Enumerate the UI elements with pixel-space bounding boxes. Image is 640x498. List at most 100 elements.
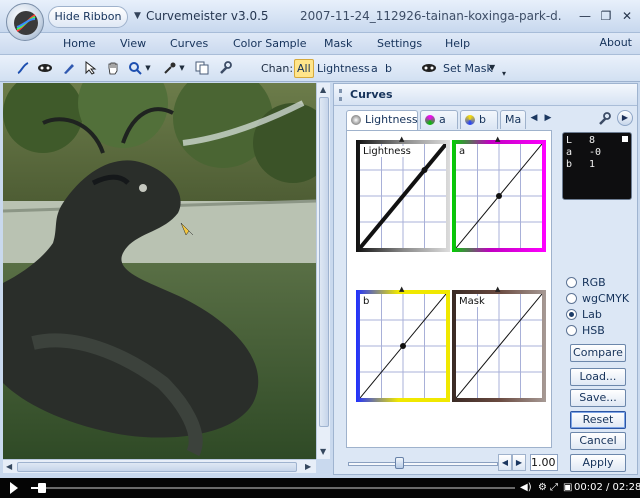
horizontal-scroll-thumb[interactable] <box>17 462 297 472</box>
app-title: Curvemeister v3.0.5 <box>146 9 269 23</box>
b-curve-box[interactable]: ▲ b <box>356 285 450 402</box>
scroll-left-icon[interactable]: ◀ <box>6 462 12 471</box>
minimize-button[interactable]: — <box>576 8 594 24</box>
quality-icon[interactable]: ⚙ <box>538 482 547 493</box>
restore-button[interactable]: ❐ <box>597 8 615 24</box>
volume-icon[interactable]: ◀) <box>520 482 532 493</box>
save-button[interactable]: Save... <box>570 389 626 407</box>
menu-settings[interactable]: Settings <box>377 37 422 50</box>
mask-tool-icon[interactable] <box>36 59 54 77</box>
copy-icon[interactable] <box>193 59 211 77</box>
tab-b[interactable]: b <box>460 110 498 129</box>
radio-button-icon[interactable] <box>566 293 577 304</box>
curves-panel-header: Curves <box>334 84 637 106</box>
scroll-right-icon[interactable]: ▶ <box>305 462 311 471</box>
b-channel-icon <box>465 115 475 125</box>
popout-icon[interactable]: ▣ <box>563 482 572 493</box>
fullscreen-icon[interactable]: ⤢ <box>550 482 558 493</box>
dragon-photo-image <box>3 83 316 459</box>
readout-l-label: L <box>566 135 573 146</box>
pen-curve-icon[interactable] <box>60 59 78 77</box>
scroll-up-icon[interactable]: ▲ <box>320 85 326 94</box>
mask-curve-box[interactable]: ▲ Mask <box>452 285 546 402</box>
set-mask-icon[interactable] <box>420 59 438 77</box>
vertical-scroll-thumb[interactable] <box>319 97 329 427</box>
a-curve-graph <box>456 144 542 248</box>
a-channel-icon <box>425 115 435 125</box>
zoom-dropdown-icon[interactable]: ▼ <box>144 59 152 77</box>
curve-top-marker: ▲ <box>399 285 405 293</box>
menu-color-sample[interactable]: Color Sample <box>233 37 306 50</box>
readout-l-value: 8 <box>589 135 596 146</box>
menu-mask[interactable]: Mask <box>324 37 352 50</box>
radio-button-selected-icon[interactable] <box>566 309 577 320</box>
tab-scroll-right-icon[interactable]: ▶ <box>541 110 555 127</box>
panel-menu-play-icon[interactable]: ▶ <box>617 110 633 126</box>
app-menu-button[interactable] <box>6 3 44 41</box>
toolbar-overflow-icon[interactable]: ▾ <box>502 69 506 78</box>
channel-all-button[interactable]: All <box>294 59 314 78</box>
image-horizontal-scrollbar[interactable]: ◀ ▶ <box>3 459 316 473</box>
channel-lightness-button[interactable]: Lightness <box>314 59 373 78</box>
player-play-icon[interactable] <box>10 482 18 494</box>
pointer-icon[interactable] <box>82 59 100 77</box>
load-button[interactable]: Load... <box>570 368 626 386</box>
player-progress-fill <box>31 487 38 489</box>
set-mask-button[interactable]: Set Mask <box>443 62 493 75</box>
image-canvas[interactable] <box>3 83 316 459</box>
menu-home[interactable]: Home <box>63 37 95 50</box>
panel-wrench-icon[interactable] <box>597 112 611 126</box>
lab-readout: L 8 a -0 b 1 <box>562 132 632 200</box>
eyedropper-dropdown-icon[interactable]: ▼ <box>178 59 186 77</box>
zoom-icon[interactable] <box>126 59 144 77</box>
image-vertical-scrollbar[interactable]: ▲ ▼ <box>316 83 330 459</box>
reset-button[interactable]: Reset <box>570 411 626 429</box>
player-progress-knob[interactable] <box>38 483 46 493</box>
apply-button[interactable]: Apply <box>570 454 626 472</box>
curves-panel-title: Curves <box>350 88 393 101</box>
panel-grip-icon[interactable] <box>339 89 342 101</box>
tab-scroll-left-icon[interactable]: ◀ <box>527 110 541 127</box>
zoom-slider-thumb[interactable] <box>395 457 404 469</box>
zoom-slider-track[interactable] <box>348 462 498 466</box>
a-curve-box[interactable]: ▲ a <box>452 135 546 252</box>
hand-icon[interactable] <box>104 59 122 77</box>
channel-b-button[interactable]: b <box>382 59 395 78</box>
tab-lightness[interactable]: Lightness <box>346 110 418 130</box>
curves-grid-area: ▲ Lightness ▲ a ▲ b ▲ Mask <box>346 130 552 448</box>
a-curve-label: a <box>458 146 467 157</box>
mask-curve-label: Mask <box>458 296 486 307</box>
player-progress-track[interactable] <box>31 487 515 489</box>
player-time: 00:02 / 02:28 <box>574 482 640 493</box>
close-button[interactable]: ✕ <box>618 8 636 24</box>
hide-ribbon-button[interactable]: Hide Ribbon <box>48 6 128 28</box>
radio-button-icon[interactable] <box>566 277 577 288</box>
channel-a-button[interactable]: a <box>368 59 381 78</box>
lightness-curve-box[interactable]: ▲ Lightness <box>356 135 450 252</box>
zoom-increase-icon[interactable]: ▶ <box>512 454 526 471</box>
radio-button-icon[interactable] <box>566 325 577 336</box>
tab-mask[interactable]: Ma <box>500 110 526 129</box>
set-mask-dropdown-icon[interactable]: ▼ <box>489 63 495 72</box>
cancel-button[interactable]: Cancel <box>570 432 626 450</box>
curve-top-marker: ▲ <box>495 285 501 293</box>
curve-tool-icon[interactable] <box>14 59 32 77</box>
readout-a-value: -0 <box>589 147 602 158</box>
quick-access-dropdown-icon[interactable]: ▼ <box>134 11 141 21</box>
menu-help[interactable]: Help <box>445 37 470 50</box>
curve-top-marker: ▲ <box>495 135 501 143</box>
eyedropper-icon[interactable] <box>161 59 179 77</box>
b-curve-graph <box>360 294 446 398</box>
file-title: 2007-11-24_112926-tainan-koxinga-park-d.… <box>300 9 562 23</box>
zoom-value-field[interactable]: 1.00 <box>530 454 558 471</box>
zoom-decrease-icon[interactable]: ◀ <box>498 454 512 471</box>
compare-button[interactable]: Compare <box>570 344 626 362</box>
menu-about[interactable]: About <box>599 36 632 49</box>
menu-curves[interactable]: Curves <box>170 37 208 50</box>
tab-a[interactable]: a <box>420 110 458 129</box>
menu-view[interactable]: View <box>120 37 146 50</box>
settings-wrench-icon[interactable] <box>216 59 234 77</box>
scroll-down-icon[interactable]: ▼ <box>320 447 326 456</box>
lightness-icon <box>351 115 361 125</box>
curves-panel: Curves Lightness a b Ma ◀ ▶ ▶ ▲ Lightnes… <box>333 83 638 475</box>
